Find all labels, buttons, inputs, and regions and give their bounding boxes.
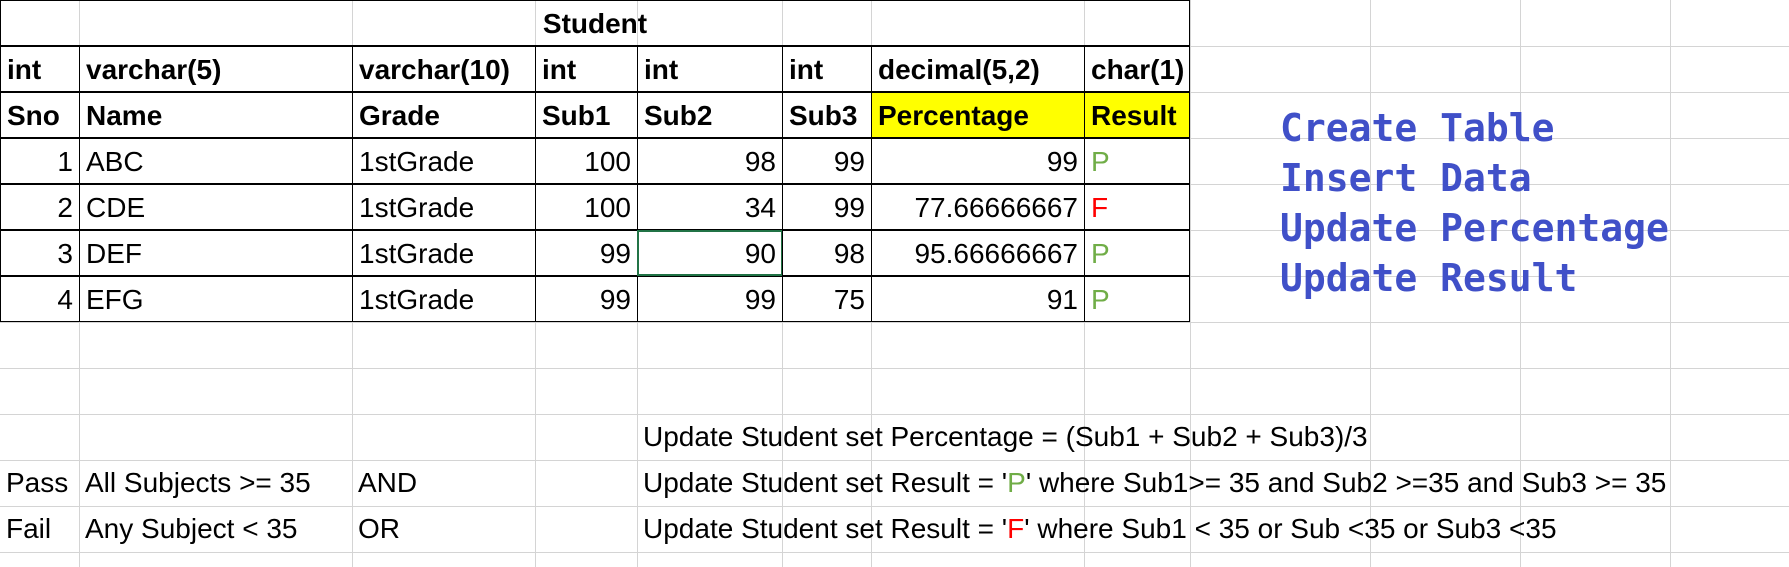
steps-list: Create Table Insert Data Update Percenta… — [1280, 103, 1669, 303]
result-cell[interactable]: P — [1084, 276, 1190, 322]
name-cell[interactable]: DEF — [79, 230, 353, 276]
type-cell[interactable]: char(1) — [1084, 46, 1190, 92]
step-create-table[interactable]: Create Table — [1280, 103, 1669, 153]
pass-condition[interactable]: All Subjects >= 35 — [85, 460, 311, 506]
grade-cell[interactable]: 1stGrade — [352, 230, 536, 276]
column-header[interactable]: Sub2 — [637, 92, 783, 138]
name-cell[interactable]: CDE — [79, 184, 353, 230]
grade-cell[interactable]: 1stGrade — [352, 276, 536, 322]
type-cell[interactable]: int — [0, 46, 80, 92]
sub1-cell[interactable]: 99 — [535, 276, 638, 322]
sub2-cell[interactable]: 34 — [637, 184, 783, 230]
result-cell[interactable]: P — [1084, 138, 1190, 184]
grade-cell[interactable]: 1stGrade — [352, 138, 536, 184]
sub3-cell[interactable]: 99 — [782, 138, 872, 184]
sql-value-f: F — [1007, 513, 1025, 544]
type-cell[interactable]: int — [535, 46, 638, 92]
sub1-cell[interactable]: 100 — [535, 138, 638, 184]
sql-text: ' where Sub1 < 35 or Sub <35 or Sub3 <35 — [1024, 513, 1557, 544]
sub2-cell[interactable]: 98 — [637, 138, 783, 184]
sub3-cell[interactable]: 99 — [782, 184, 872, 230]
step-insert-data[interactable]: Insert Data — [1280, 153, 1669, 203]
percentage-cell[interactable]: 95.66666667 — [871, 230, 1085, 276]
sql-update-percentage[interactable]: Update Student set Percentage = (Sub1 + … — [643, 414, 1368, 460]
sub2-cell[interactable]: 99 — [637, 276, 783, 322]
type-cell[interactable]: int — [782, 46, 872, 92]
column-header[interactable]: Sno — [0, 92, 80, 138]
sno-cell[interactable]: 4 — [0, 276, 80, 322]
column-header[interactable]: Name — [79, 92, 353, 138]
table-title[interactable]: Student — [0, 0, 1190, 46]
pass-label[interactable]: Pass — [6, 460, 68, 506]
sno-cell[interactable]: 1 — [0, 138, 80, 184]
sno-cell[interactable]: 3 — [0, 230, 80, 276]
name-cell[interactable]: EFG — [79, 276, 353, 322]
percentage-cell[interactable]: 77.66666667 — [871, 184, 1085, 230]
grade-cell[interactable]: 1stGrade — [352, 184, 536, 230]
type-cell[interactable]: varchar(5) — [79, 46, 353, 92]
column-header[interactable]: Sub1 — [535, 92, 638, 138]
sql-update-result-fail[interactable]: Update Student set Result = 'F' where Su… — [643, 506, 1557, 552]
name-cell[interactable]: ABC — [79, 138, 353, 184]
type-cell[interactable]: int — [637, 46, 783, 92]
percentage-cell[interactable]: 99 — [871, 138, 1085, 184]
pass-operator[interactable]: AND — [358, 460, 417, 506]
sql-text: Update Student set Result = ' — [643, 513, 1008, 544]
column-header[interactable]: Sub3 — [782, 92, 872, 138]
step-update-percentage[interactable]: Update Percentage — [1280, 203, 1669, 253]
sql-text: Update Student set Result = ' — [643, 467, 1008, 498]
sql-update-result-pass[interactable]: Update Student set Result = 'P' where Su… — [643, 460, 1666, 506]
column-header-percentage[interactable]: Percentage — [871, 92, 1085, 138]
type-cell[interactable]: decimal(5,2) — [871, 46, 1085, 92]
sub1-cell[interactable]: 100 — [535, 184, 638, 230]
type-cell[interactable]: varchar(10) — [352, 46, 536, 92]
sql-text: ' where Sub1>= 35 and Sub2 >=35 and Sub3… — [1025, 467, 1667, 498]
sub3-cell[interactable]: 98 — [782, 230, 872, 276]
sub1-cell[interactable]: 99 — [535, 230, 638, 276]
step-update-result[interactable]: Update Result — [1280, 253, 1669, 303]
sql-value-p: P — [1007, 467, 1026, 498]
sub2-cell-selected[interactable]: 90 — [637, 230, 783, 276]
result-cell[interactable]: F — [1084, 184, 1190, 230]
fail-label[interactable]: Fail — [6, 506, 51, 552]
percentage-cell[interactable]: 91 — [871, 276, 1085, 322]
sub3-cell[interactable]: 75 — [782, 276, 872, 322]
result-cell[interactable]: P — [1084, 230, 1190, 276]
sno-cell[interactable]: 2 — [0, 184, 80, 230]
fail-operator[interactable]: OR — [358, 506, 400, 552]
fail-condition[interactable]: Any Subject < 35 — [85, 506, 297, 552]
column-header[interactable]: Grade — [352, 92, 536, 138]
column-header-result[interactable]: Result — [1084, 92, 1190, 138]
